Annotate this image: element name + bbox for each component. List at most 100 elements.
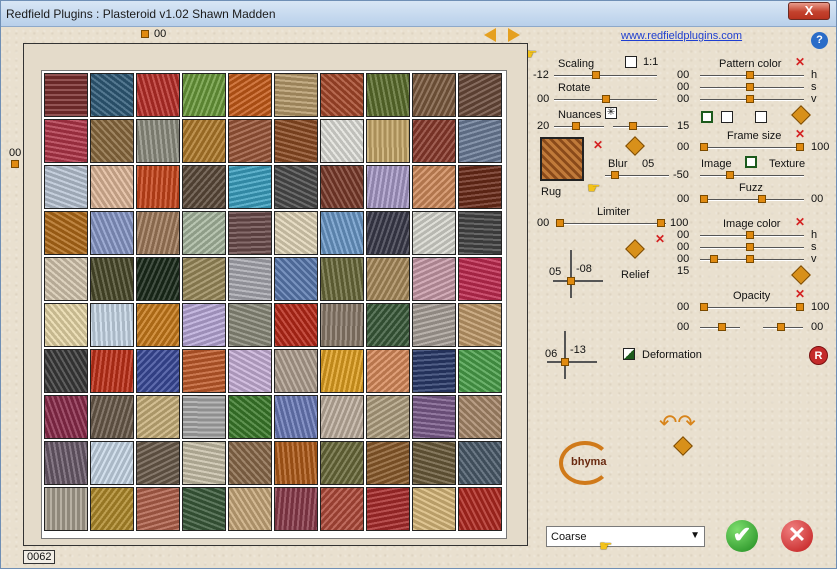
texture-tile[interactable]	[412, 119, 456, 163]
limiter-thumb-left[interactable]	[556, 219, 564, 227]
nuances-slider-right[interactable]	[613, 122, 668, 130]
texture-tile[interactable]	[90, 349, 134, 393]
texture-tile[interactable]	[366, 165, 410, 209]
cancel-button[interactable]: ✕	[781, 520, 813, 552]
website-link[interactable]: www.redfieldplugins.com	[621, 30, 742, 42]
texture-tile[interactable]	[44, 349, 88, 393]
relief-random-icon[interactable]	[625, 239, 645, 259]
texture-tile[interactable]	[320, 487, 364, 531]
texture-tile[interactable]	[90, 257, 134, 301]
image-texture-slider[interactable]	[700, 171, 804, 179]
frame-mode-3[interactable]	[755, 111, 767, 123]
texture-tile[interactable]	[228, 257, 272, 301]
texture-tile[interactable]	[458, 349, 502, 393]
texture-tile[interactable]	[412, 165, 456, 209]
texture-tile[interactable]	[274, 165, 318, 209]
texture-tile[interactable]	[458, 303, 502, 347]
help-icon[interactable]: ?	[811, 32, 828, 49]
texture-tile[interactable]	[366, 349, 410, 393]
texture-tile[interactable]	[458, 211, 502, 255]
texture-tile[interactable]	[458, 487, 502, 531]
image-color-random-icon[interactable]	[791, 265, 811, 285]
texture-preview[interactable]	[540, 137, 584, 181]
prev-page-icon[interactable]	[484, 28, 496, 42]
scaling-slider-thumb[interactable]	[592, 71, 600, 79]
relief-vertical-slider[interactable]	[570, 250, 572, 298]
opacity-thumb-left[interactable]	[700, 303, 708, 311]
texture-tile[interactable]	[136, 395, 180, 439]
image-v-thumb-2[interactable]	[746, 255, 754, 263]
texture-tile[interactable]	[366, 487, 410, 531]
deformation-horizontal-slider[interactable]	[547, 361, 597, 363]
texture-tile[interactable]	[90, 211, 134, 255]
opacity-slider[interactable]	[700, 303, 804, 311]
texture-tile[interactable]	[320, 257, 364, 301]
texture-tile[interactable]	[182, 441, 226, 485]
texture-tile[interactable]	[412, 211, 456, 255]
image-v-thumb[interactable]	[710, 255, 718, 263]
relief-thumb[interactable]	[567, 277, 575, 285]
rotate-slider[interactable]	[554, 95, 657, 103]
texture-tile[interactable]	[274, 441, 318, 485]
texture-tile[interactable]	[274, 487, 318, 531]
close-button[interactable]: X	[788, 2, 830, 20]
texture-tile[interactable]	[44, 119, 88, 163]
texture-tile[interactable]	[136, 487, 180, 531]
texture-tile[interactable]	[136, 119, 180, 163]
opacity2-thumb-left[interactable]	[718, 323, 726, 331]
texture-tile[interactable]	[44, 395, 88, 439]
image-color-reset-icon[interactable]: ✕	[795, 215, 805, 229]
global-random-icon[interactable]	[673, 436, 693, 456]
relief-reset-icon[interactable]: ✕	[655, 232, 665, 246]
nuances-left-thumb[interactable]	[572, 122, 580, 130]
nuances-slider-left[interactable]	[554, 122, 604, 130]
texture-tile[interactable]	[320, 211, 364, 255]
texture-tile[interactable]	[320, 349, 364, 393]
texture-tile[interactable]	[182, 211, 226, 255]
texture-tile[interactable]	[90, 395, 134, 439]
blur-thumb[interactable]	[611, 171, 619, 179]
deformation-checkbox[interactable]	[623, 348, 635, 360]
ok-button[interactable]: ✔	[726, 520, 758, 552]
frame-random-icon[interactable]	[791, 105, 811, 125]
texture-tile[interactable]	[136, 441, 180, 485]
texture-tile[interactable]	[274, 303, 318, 347]
texture-tile[interactable]	[366, 119, 410, 163]
pattern-v-slider[interactable]	[700, 95, 804, 103]
texture-tile[interactable]	[458, 119, 502, 163]
texture-tile[interactable]	[274, 349, 318, 393]
texture-tile[interactable]	[320, 73, 364, 117]
reset-all-button[interactable]: R	[809, 346, 828, 365]
texture-tile[interactable]	[458, 257, 502, 301]
pattern-h-slider[interactable]	[700, 71, 804, 79]
texture-tile[interactable]	[136, 165, 180, 209]
deformation-vertical-slider[interactable]	[564, 331, 566, 379]
image-s-slider[interactable]	[700, 243, 804, 251]
texture-tile[interactable]	[228, 441, 272, 485]
texture-tile[interactable]	[274, 211, 318, 255]
opacity2-slider-left[interactable]	[700, 323, 740, 331]
texture-tile[interactable]	[228, 349, 272, 393]
texture-tile[interactable]	[366, 395, 410, 439]
opacity-thumb-right[interactable]	[796, 303, 804, 311]
texture-tile[interactable]	[412, 441, 456, 485]
texture-tile[interactable]	[366, 211, 410, 255]
texture-tile[interactable]	[182, 257, 226, 301]
texture-tile[interactable]	[90, 165, 134, 209]
texture-tile[interactable]	[182, 165, 226, 209]
fuzz-thumb-right[interactable]	[758, 195, 766, 203]
texture-tile[interactable]	[44, 487, 88, 531]
limiter-thumb-right[interactable]	[657, 219, 665, 227]
pattern-s-thumb[interactable]	[746, 83, 754, 91]
texture-tile[interactable]	[182, 487, 226, 531]
texture-tile[interactable]	[228, 165, 272, 209]
image-h-thumb[interactable]	[746, 231, 754, 239]
rotate-slider-thumb[interactable]	[602, 95, 610, 103]
texture-tile[interactable]	[182, 395, 226, 439]
frame-thumb-right[interactable]	[796, 143, 804, 151]
pattern-h-thumb[interactable]	[746, 71, 754, 79]
texture-tile[interactable]	[412, 303, 456, 347]
frame-size-slider[interactable]	[700, 143, 804, 151]
texture-tile[interactable]	[458, 441, 502, 485]
texture-tile[interactable]	[136, 211, 180, 255]
